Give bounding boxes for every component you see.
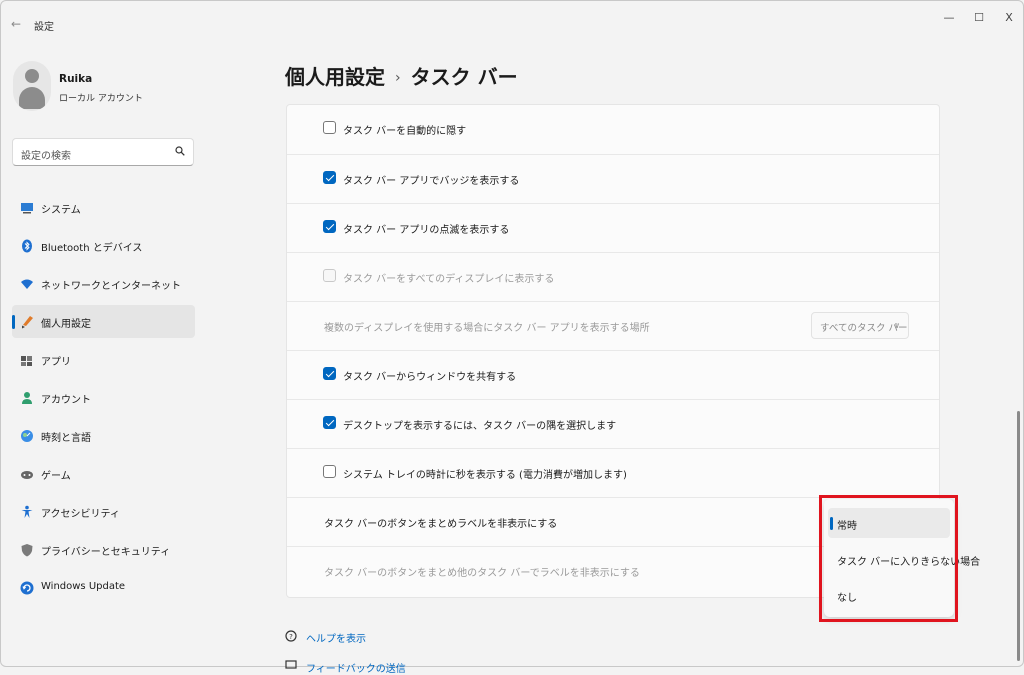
sidebar-item-system[interactable]: システム xyxy=(12,191,195,224)
brush-icon xyxy=(22,316,33,329)
maximize-button[interactable]: ☐ xyxy=(969,11,989,25)
breadcrumb: 個人用設定 › タスク バー xyxy=(285,61,518,90)
gamepad-icon xyxy=(21,471,33,479)
setting-row-flashing[interactable]: タスク バー アプリの点滅を表示する xyxy=(287,203,939,252)
sidebar-item-label: 時刻と言語 xyxy=(41,433,91,444)
sidebar-item-network[interactable]: ネットワークとインターネット xyxy=(12,267,195,300)
setting-row-all-displays: タスク バーをすべてのディスプレイに表示する xyxy=(287,252,939,301)
checkbox-badges[interactable] xyxy=(323,171,336,184)
checkbox-show-desktop[interactable] xyxy=(323,416,336,429)
search-placeholder: 設定の検索 xyxy=(21,151,71,162)
apps-icon xyxy=(21,356,32,366)
setting-label: デスクトップを表示するには、タスク バーの隅を選択します xyxy=(343,421,617,432)
setting-row-clock-seconds[interactable]: システム トレイの時計に秒を表示する (電力消費が増加します) xyxy=(287,448,939,497)
sidebar-item-accessibility[interactable]: アクセシビリティ xyxy=(12,495,195,528)
chevron-down-icon: ∨ xyxy=(894,321,900,330)
checkbox-flashing[interactable] xyxy=(323,220,336,233)
avatar[interactable] xyxy=(13,61,51,111)
checkbox-all-displays xyxy=(323,269,336,282)
sidebar-item-label: 個人用設定 xyxy=(41,319,91,330)
search-icon[interactable] xyxy=(175,146,185,156)
svg-text:?: ? xyxy=(289,633,293,641)
sidebar-item-label: アカウント xyxy=(41,395,91,406)
sidebar-item-gaming[interactable]: ゲーム xyxy=(12,457,195,490)
checkbox-clock-seconds[interactable] xyxy=(323,465,336,478)
sidebar-item-label: Windows Update xyxy=(41,581,126,592)
sidebar-item-label: ネットワークとインターネット xyxy=(41,281,181,292)
breadcrumb-parent[interactable]: 個人用設定 xyxy=(285,65,385,89)
checkbox-auto-hide[interactable] xyxy=(323,121,336,134)
sidebar-item-time-language[interactable]: 時刻と言語 xyxy=(12,419,195,452)
account-icon xyxy=(22,392,32,404)
sidebar-item-label: アクセシビリティ xyxy=(41,509,120,520)
sidebar-item-personalization[interactable]: 個人用設定 xyxy=(12,305,195,338)
update-icon xyxy=(20,581,34,595)
setting-label: システム トレイの時計に秒を表示する (電力消費が増加します) xyxy=(343,470,627,481)
sidebar-item-windows-update[interactable]: Windows Update xyxy=(12,571,195,604)
settings-window: ← 設定 — ☐ X Ruika ローカル アカウント 設定の検索 システム B… xyxy=(0,0,1024,675)
setting-label: タスク バーのボタンをまとめ他のタスク バーでラベルを非表示にする xyxy=(324,568,640,579)
setting-label: 複数のディスプレイを使用する場合にタスク バー アプリを表示する場所 xyxy=(324,323,650,334)
setting-row-multi-display-location: 複数のディスプレイを使用する場合にタスク バー アプリを表示する場所 すべてのタ… xyxy=(287,301,939,350)
bluetooth-icon xyxy=(22,239,32,253)
setting-label: タスク バー アプリでバッジを表示する xyxy=(343,176,520,187)
minimize-button[interactable]: — xyxy=(939,11,959,25)
sidebar-item-label: プライバシーとセキュリティ xyxy=(41,547,171,558)
help-link[interactable]: ヘルプを表示 xyxy=(306,630,366,645)
app-title: 設定 xyxy=(34,22,54,33)
sidebar-item-accounts[interactable]: アカウント xyxy=(12,381,195,414)
back-arrow-icon[interactable]: ← xyxy=(11,17,25,31)
setting-label: タスク バーのボタンをまとめラベルを非表示にする xyxy=(324,519,558,530)
settings-search-input[interactable]: 設定の検索 xyxy=(12,138,194,166)
red-highlight-box xyxy=(819,495,958,622)
active-indicator xyxy=(12,315,15,329)
setting-row-show-desktop[interactable]: デスクトップを表示するには、タスク バーの隅を選択します xyxy=(287,399,939,448)
sidebar-item-label: ゲーム xyxy=(41,471,71,482)
feedback-link[interactable]: フィードバックの送信 xyxy=(306,660,406,675)
system-icon xyxy=(21,203,33,214)
setting-row-badges[interactable]: タスク バー アプリでバッジを表示する xyxy=(287,154,939,203)
page-title: タスク バー xyxy=(410,65,518,89)
checkbox-share-window[interactable] xyxy=(323,367,336,380)
help-icon: ? xyxy=(285,630,297,642)
multi-display-dropdown: すべてのタスク バー ∨ xyxy=(811,312,909,339)
avatar-body xyxy=(19,87,45,109)
avatar-head xyxy=(25,69,39,83)
account-type: ローカル アカウント xyxy=(59,94,143,104)
sidebar-item-label: アプリ xyxy=(41,357,71,368)
setting-row-auto-hide[interactable]: タスク バーを自動的に隠す xyxy=(287,105,939,153)
setting-label: タスク バーからウィンドウを共有する xyxy=(343,372,517,383)
setting-row-share-window[interactable]: タスク バーからウィンドウを共有する xyxy=(287,350,939,399)
sidebar-item-label: Bluetooth とデバイス xyxy=(41,243,143,254)
time-language-icon xyxy=(21,430,33,442)
user-name: Ruika xyxy=(59,73,93,85)
close-button[interactable]: X xyxy=(999,11,1019,25)
sidebar-item-bluetooth[interactable]: Bluetooth とデバイス xyxy=(12,229,195,262)
accessibility-icon xyxy=(21,505,33,518)
wifi-icon xyxy=(21,279,33,289)
sidebar-item-apps[interactable]: アプリ xyxy=(12,343,195,376)
setting-label: タスク バー アプリの点滅を表示する xyxy=(343,225,510,236)
scrollbar[interactable] xyxy=(1017,411,1020,661)
breadcrumb-separator: › xyxy=(395,70,401,86)
sidebar-item-label: システム xyxy=(41,205,81,216)
sidebar-item-privacy[interactable]: プライバシーとセキュリティ xyxy=(12,533,195,566)
feedback-icon xyxy=(285,660,297,669)
shield-icon xyxy=(21,544,33,557)
setting-label: タスク バーを自動的に隠す xyxy=(343,126,467,137)
setting-label: タスク バーをすべてのディスプレイに表示する xyxy=(343,274,555,285)
